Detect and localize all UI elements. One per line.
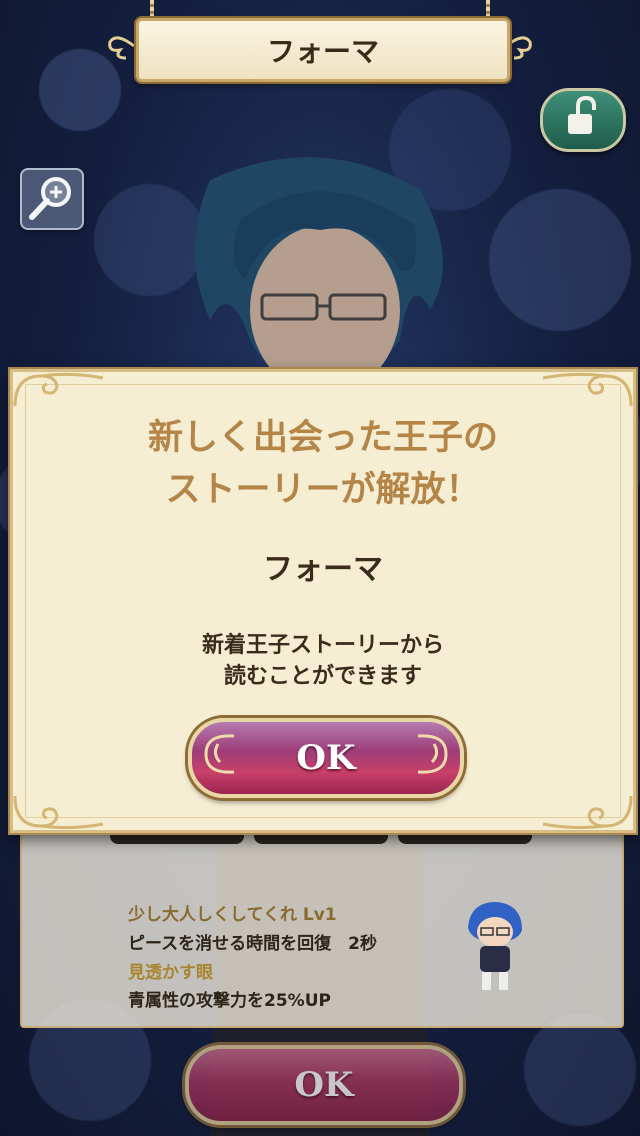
chibi-character-icon: [468, 902, 522, 990]
dialog-title-line1: 新しく出会った王子の: [147, 418, 498, 458]
character-name-banner: フォーマ: [136, 18, 510, 82]
corner-ornament-bottom-right: [542, 795, 633, 830]
ok-ornament-left: [204, 734, 235, 774]
lock-toggle-button[interactable]: [540, 88, 626, 152]
banner-ornament-left: [108, 36, 135, 60]
corner-ornament-top-left: [13, 372, 104, 407]
magnifier-plus-icon: [29, 177, 71, 220]
dialog-character-name: フォーマ: [263, 552, 383, 587]
skill-name: 少し大人しくしてくれ Lv1: [128, 905, 337, 925]
banner-chain-right: [486, 0, 490, 20]
dialog-message-line2: 読むことができます: [223, 664, 422, 689]
banner-chain-left: [150, 0, 154, 20]
ok-ornament-right: [417, 734, 448, 774]
dialog-message-line1: 新着王子ストーリーから: [201, 633, 444, 658]
dialog-title-line2: ストーリーが解放！: [165, 470, 481, 510]
corner-ornament-top-right: [542, 372, 633, 407]
dialog-ok-button[interactable]: OK: [188, 718, 464, 798]
corner-ornament-bottom-left: [13, 795, 104, 830]
info-ok-button[interactable]: OK: [185, 1045, 463, 1125]
dialog-ok-label: OK: [296, 738, 356, 778]
dialog-title: 新しく出会った王子の ストーリーが解放！: [13, 412, 633, 516]
story-unlocked-dialog: 新しく出会った王子の ストーリーが解放！ フォーマ 新着王子ストーリーから 読む…: [10, 369, 636, 833]
zoom-button[interactable]: [20, 168, 84, 230]
banner-title: フォーマ: [266, 35, 379, 68]
info-ok-label: OK: [294, 1065, 354, 1105]
unlocked-padlock-icon: [568, 95, 596, 134]
ability-name: 見透かす眼: [128, 963, 213, 983]
skill-effect: ピースを消せる時間を回復 2秒: [128, 934, 377, 954]
ability-effect: 青属性の攻撃力を25%UP: [128, 991, 331, 1011]
dialog-message: 新着王子ストーリーから 読むことができます: [13, 630, 633, 692]
